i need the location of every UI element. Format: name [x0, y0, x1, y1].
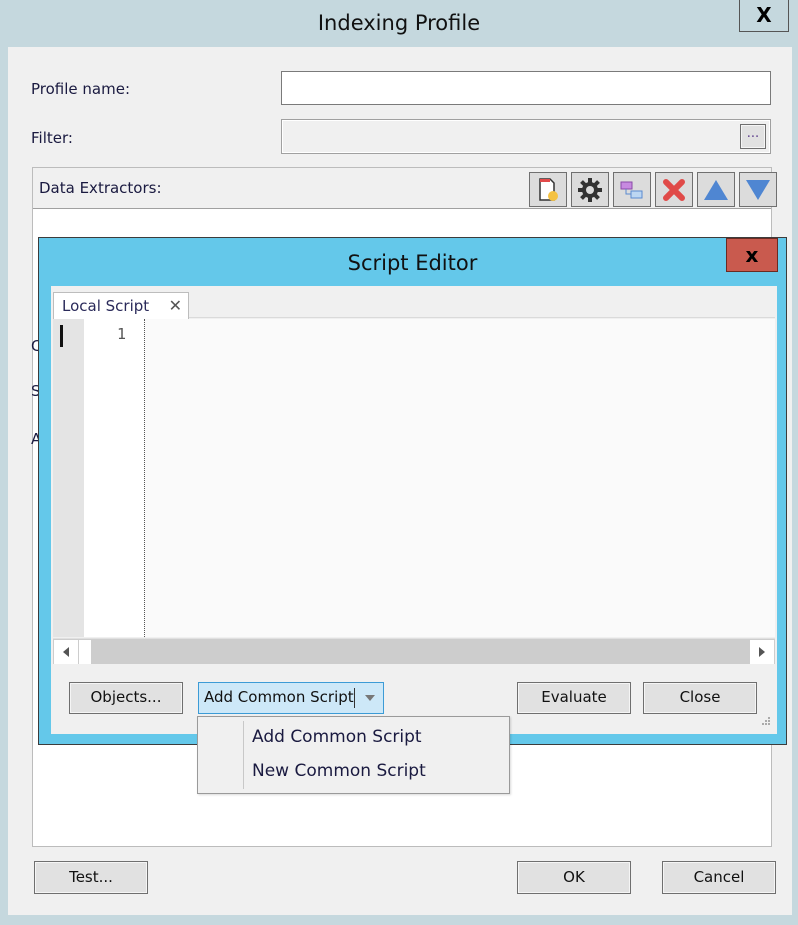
- add-common-script-split-button[interactable]: Add Common Script: [198, 682, 384, 714]
- hierarchy-button[interactable]: [613, 172, 651, 207]
- delete-extractor-button[interactable]: [655, 172, 693, 207]
- split-divider: [354, 688, 355, 708]
- script-editor-window: Script Editor x Local Script ✕ 1 Objects…: [38, 237, 787, 745]
- common-script-dropdown-menu: Add Common Script New Common Script: [197, 716, 510, 794]
- filter-browse-button[interactable]: ...: [740, 124, 766, 149]
- split-dropdown-arrow[interactable]: [357, 683, 383, 713]
- move-down-button[interactable]: [739, 172, 777, 207]
- filter-label: Filter:: [31, 129, 73, 147]
- tab-local-script[interactable]: Local Script ✕: [53, 292, 189, 319]
- new-document-icon: [539, 177, 558, 201]
- chevron-down-icon: [365, 695, 375, 701]
- text-cursor: [60, 325, 63, 347]
- editor-margin: [53, 319, 84, 637]
- add-common-script-label[interactable]: Add Common Script: [204, 688, 354, 706]
- scroll-left-button[interactable]: [54, 640, 78, 664]
- ok-button[interactable]: OK: [517, 861, 631, 894]
- line-number-gutter: 1: [84, 319, 144, 637]
- gutter-separator: [144, 319, 145, 637]
- objects-button[interactable]: Objects...: [69, 682, 183, 714]
- tab-strip: Local Script ✕: [53, 288, 775, 319]
- menu-gutter-separator: [243, 721, 244, 789]
- chevron-left-icon: [63, 647, 69, 657]
- hierarchy-icon: [620, 181, 643, 198]
- evaluate-button[interactable]: Evaluate: [517, 682, 631, 714]
- data-extractors-toolbar: [529, 172, 777, 207]
- scroll-thumb[interactable]: [79, 640, 91, 664]
- new-extractor-button[interactable]: [529, 172, 567, 207]
- window-title: Indexing Profile: [317, 11, 481, 35]
- test-button[interactable]: Test...: [34, 861, 148, 894]
- script-editor-body: Local Script ✕ 1 Objects... Add Common S…: [51, 286, 777, 734]
- menu-item-add-common-script[interactable]: Add Common Script: [252, 727, 422, 747]
- cancel-button[interactable]: Cancel: [662, 861, 776, 894]
- close-button[interactable]: Close: [643, 682, 757, 714]
- move-up-button[interactable]: [697, 172, 735, 207]
- profile-name-input[interactable]: [281, 71, 771, 105]
- profile-name-label: Profile name:: [31, 80, 131, 98]
- tab-close-icon[interactable]: ✕: [169, 293, 182, 319]
- move-down-icon: [746, 179, 770, 200]
- configure-extractor-button[interactable]: [571, 172, 609, 207]
- code-editor[interactable]: 1: [53, 319, 775, 637]
- delete-icon: [663, 178, 685, 201]
- menu-item-new-common-script[interactable]: New Common Script: [252, 761, 426, 781]
- gear-icon: [578, 177, 602, 202]
- data-extractors-label: Data Extractors:: [39, 179, 162, 197]
- tab-label: Local Script: [62, 297, 150, 315]
- horizontal-scrollbar[interactable]: [53, 638, 775, 664]
- script-editor-title: Script Editor: [347, 251, 478, 275]
- script-editor-close-button[interactable]: x: [726, 238, 778, 272]
- line-number: 1: [116, 325, 126, 343]
- chevron-right-icon: [759, 647, 765, 657]
- window-close-button[interactable]: X: [739, 0, 789, 32]
- move-up-icon: [704, 179, 728, 200]
- resize-grip-icon[interactable]: [759, 716, 771, 728]
- filter-input[interactable]: ...: [281, 119, 771, 154]
- scroll-right-button[interactable]: [750, 640, 774, 664]
